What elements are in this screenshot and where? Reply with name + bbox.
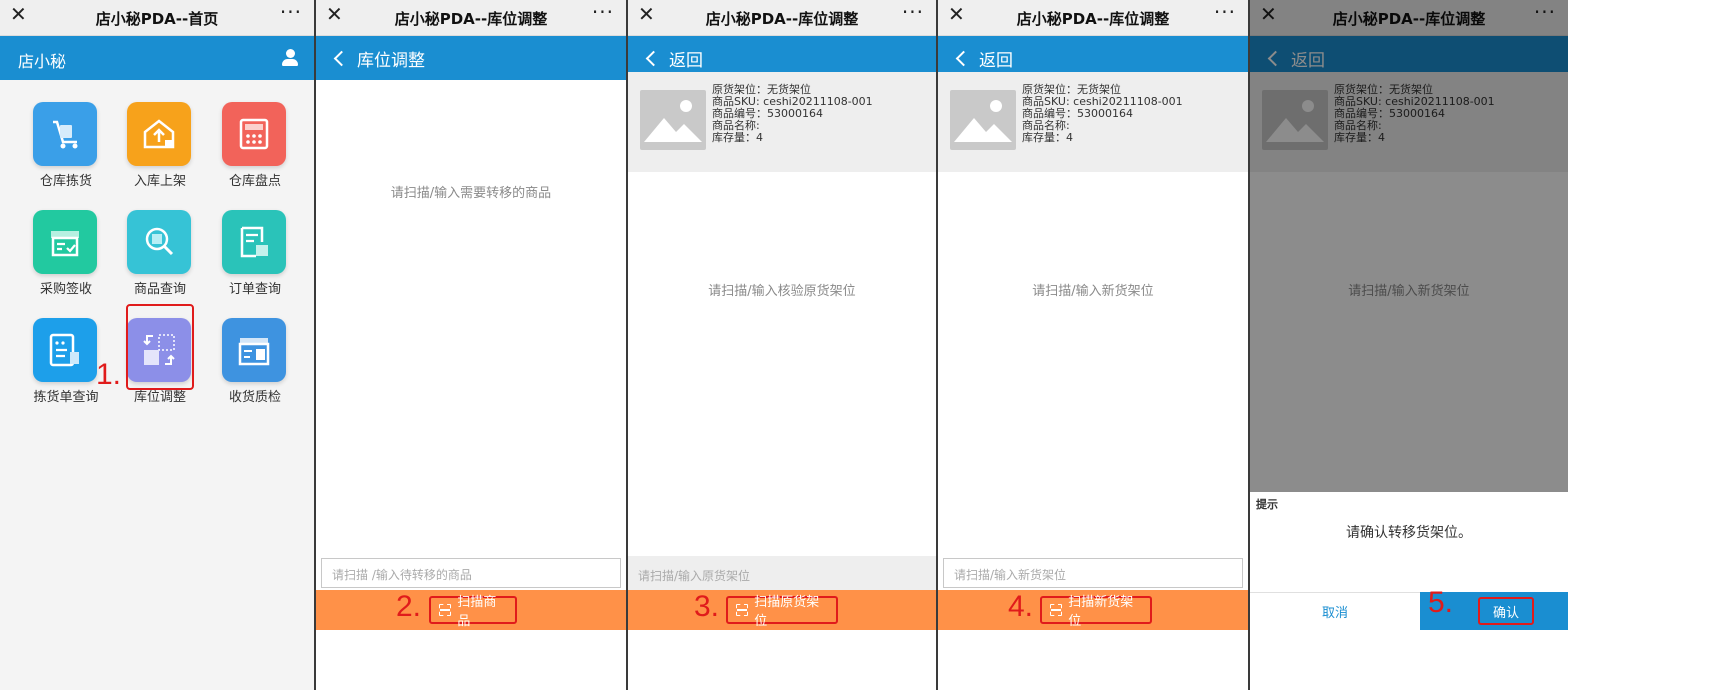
step-number-2: 2. [396,590,422,623]
original-shelf-input[interactable]: 请扫描/输入原货架位 [628,560,936,590]
step-number-5: 5. [1428,586,1454,619]
action-bar: 扫描商品 [316,590,626,630]
product-card: 原货架位：无货架位 商品SKU: ceshi20211108-001 商品编号：… [938,72,1248,172]
screen-verify-original-shelf: ✕ 店小秘PDA--库位调整 ··· 返回 原货架位：无货架位 商品SKU: c… [628,0,938,690]
nav-bar: 库位调整 [316,36,626,80]
house-upload-icon [127,102,191,166]
new-shelf-input[interactable]: 请扫描/输入新货架位 [943,558,1243,588]
chevron-left-icon [955,50,972,67]
document-check-icon [222,210,286,274]
user-icon[interactable] [280,48,300,68]
tile-label: 仓库盘点 [228,174,281,189]
screen-home: ✕ 店小秘PDA--首页 ··· 店小秘 仓库拣货 入库上架 仓库盘点 采购签收… [0,0,316,690]
modal-overlay [1250,0,1568,492]
highlight-location-adjust [126,304,194,390]
cancel-button[interactable]: 取消 [1250,592,1420,630]
stock-quantity: 库存量：4 [1022,131,1073,144]
product-info: 原货架位：无货架位 商品SKU: ceshi20211108-001 商品编号：… [1022,84,1183,144]
trolley-icon [33,102,97,166]
nav-title: 返回 [669,51,703,71]
chevron-left-icon [333,50,350,67]
tile-order-query[interactable]: 订单查询 [203,188,307,298]
dialog-title: 提示 [1256,498,1278,511]
input-bar: 请扫描 /输入待转移的商品 [316,554,626,592]
title-bar: ✕ 店小秘PDA--库位调整 ··· [316,0,626,36]
screen-confirm: ✕ 店小秘PDA--库位调整 ··· 返回 原货架位：无货架位 商品SKU: c… [1250,0,1568,690]
screen-new-shelf: ✕ 店小秘PDA--库位调整 ··· 返回 原货架位：无货架位 商品SKU: c… [938,0,1250,690]
box-check-icon [33,210,97,274]
more-icon[interactable]: ··· [592,0,614,24]
dialog-message: 请确认转移货架位。 [1346,525,1472,541]
stock-quantity: 库存量：4 [712,131,763,144]
title-bar: ✕ 店小秘PDA--库位调整 ··· [628,0,936,36]
scan-new-shelf-button[interactable]: 扫描新货架位 [1040,595,1152,629]
image-placeholder-icon [950,90,1016,150]
input-bar: 请扫描/输入新货架位 [938,554,1248,592]
action-label: 扫描新货架位 [1068,595,1134,629]
product-input[interactable]: 请扫描 /输入待转移的商品 [321,558,621,588]
more-icon[interactable]: ··· [902,0,924,24]
magnifier-icon [127,210,191,274]
scan-hint: 请扫描/输入新货架位 [1032,284,1154,299]
title-bar: ✕ 店小秘PDA--库位调整 ··· [938,0,1248,36]
back-button[interactable]: 库位调整 [330,46,425,71]
product-info: 原货架位：无货架位 商品SKU: ceshi20211108-001 商品编号：… [712,84,873,144]
scan-icon [736,604,748,616]
step-number-3: 3. [694,590,720,623]
window-title: 店小秘PDA--库位调整 [1016,10,1170,28]
action-label: 扫描原货架位 [754,595,820,629]
confirm-dialog: 提示 请确认转移货架位。 取消 确认 [1250,492,1568,690]
nav-title: 店小秘 [18,52,67,71]
image-placeholder-icon [640,90,706,150]
step-number-1: 1. [96,358,122,391]
scan-icon [1050,604,1062,616]
confirm-label: 确认 [1492,605,1519,621]
scan-hint: 请扫描/输入核验原货架位 [708,284,856,299]
window-title: 店小秘PDA--首页 [95,10,219,28]
more-icon[interactable]: ··· [1214,0,1236,24]
window-title: 店小秘PDA--库位调整 [705,10,859,28]
window-title: 店小秘PDA--库位调整 [394,10,548,28]
nav-title: 返回 [979,51,1013,71]
screen-scan-product: ✕ 店小秘PDA--库位调整 ··· 库位调整 请扫描/输入需要转移的商品 请扫… [316,0,628,690]
more-icon[interactable]: ··· [280,0,302,24]
confirm-button[interactable]: 确认 [1478,597,1534,625]
calculator-icon [222,102,286,166]
list-doc-icon [33,318,97,382]
inspection-card-icon [222,318,286,382]
input-bar: 请扫描/输入原货架位 [628,556,936,590]
scan-product-button[interactable]: 扫描商品 [429,595,517,629]
product-card: 原货架位：无货架位 商品SKU: ceshi20211108-001 商品编号：… [628,72,936,172]
scan-original-shelf-button[interactable]: 扫描原货架位 [726,595,838,629]
back-button[interactable]: 返回 [952,46,1013,71]
nav-title: 库位调整 [357,51,425,71]
action-bar: 扫描新货架位 [938,590,1248,630]
tile-receiving-inspection[interactable]: 收货质检 [203,296,307,406]
chevron-left-icon [645,50,662,67]
tile-label: 订单查询 [228,282,281,297]
action-label: 扫描商品 [457,595,497,629]
step-number-4: 4. [1008,590,1034,623]
scan-hint: 请扫描/输入需要转移的商品 [390,186,552,201]
action-bar: 扫描原货架位 [628,590,936,630]
scan-icon [439,604,451,616]
tile-inventory-count[interactable]: 仓库盘点 [203,80,307,190]
tile-label: 收货质检 [228,390,281,405]
title-bar: ✕ 店小秘PDA--首页 ··· [0,0,314,36]
nav-bar: 店小秘 [0,36,314,80]
back-button[interactable]: 返回 [642,46,703,71]
